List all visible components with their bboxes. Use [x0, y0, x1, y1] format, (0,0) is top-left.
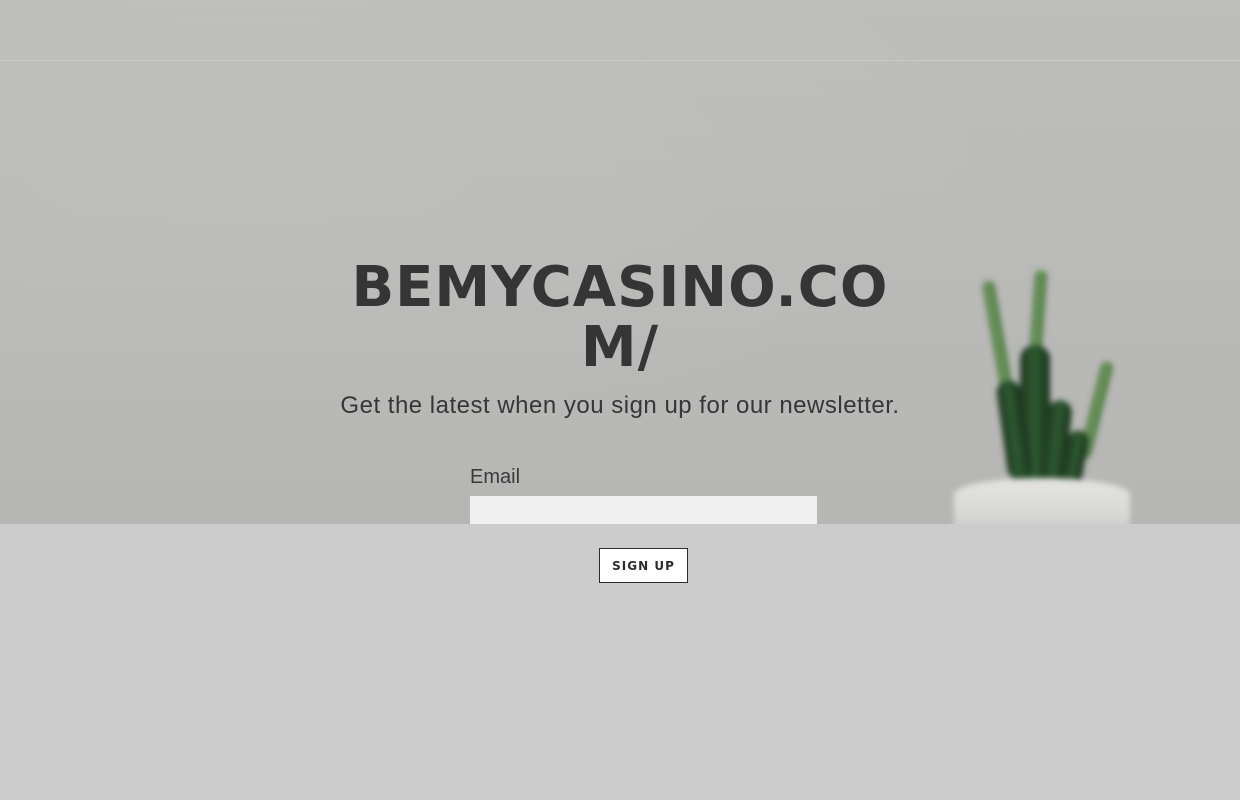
page: BEMYCASINO.COM/ Get the latest when you … [0, 0, 1240, 800]
sign-up-button[interactable]: SIGN UP [599, 548, 688, 583]
email-field[interactable] [470, 496, 817, 524]
header-bar [0, 0, 1240, 61]
email-label: Email [470, 466, 521, 488]
newsletter-tagline: Get the latest when you sign up for our … [340, 392, 900, 419]
hero-content: BEMYCASINO.COM/ Get the latest when you … [0, 258, 1240, 420]
site-title: BEMYCASINO.COM/ [351, 255, 889, 380]
plant-pot [954, 478, 1130, 524]
